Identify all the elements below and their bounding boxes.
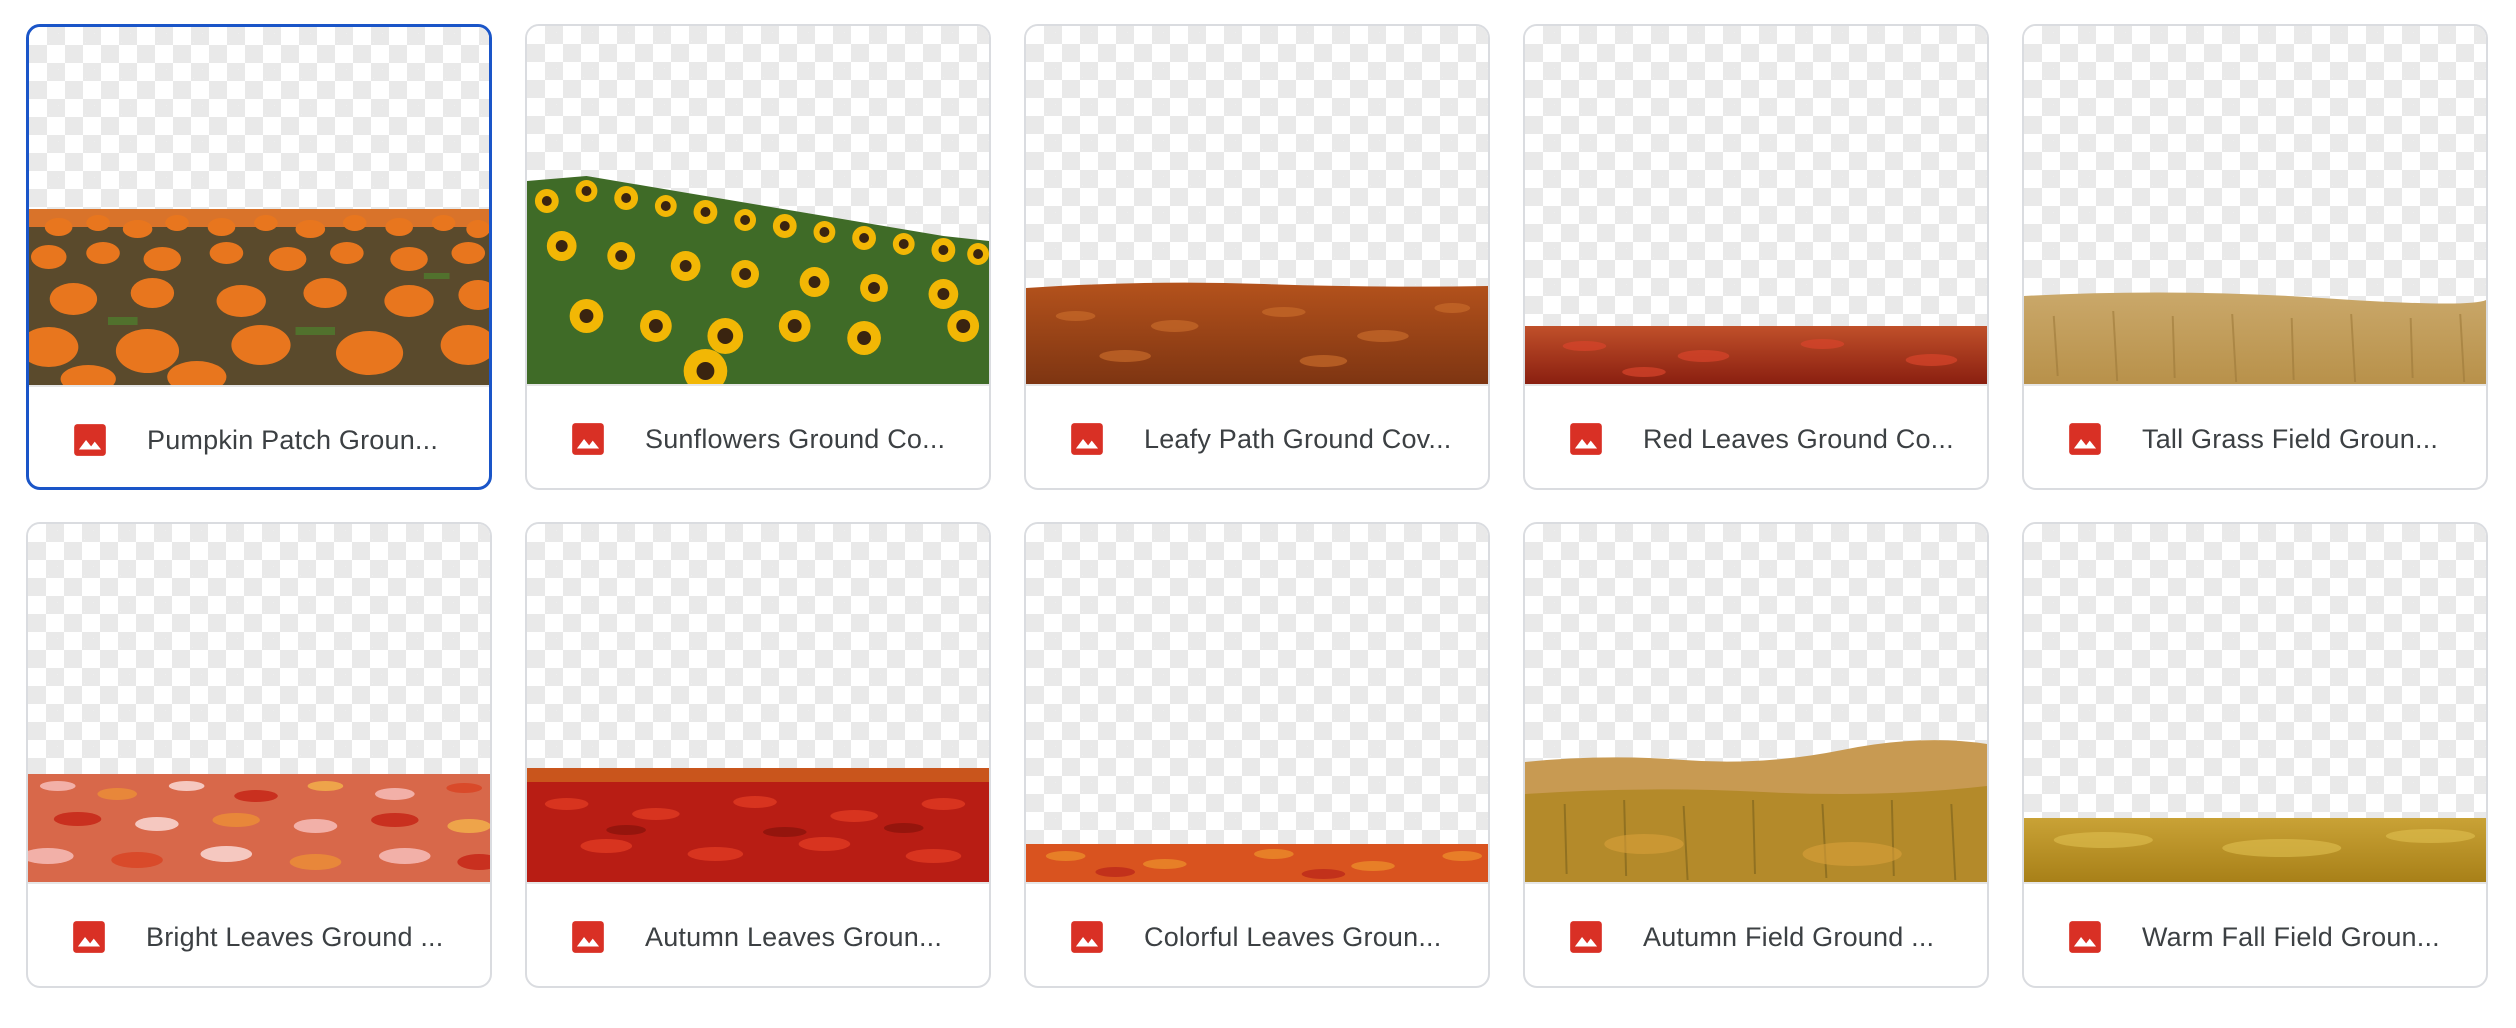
file-name: Tall Grass Field Groun... [2142, 423, 2439, 454]
file-card-warm-fall-field[interactable]: Warm Fall Field Groun... [2022, 522, 2488, 988]
file-thumbnail [29, 27, 489, 387]
image-file-icon [1570, 423, 1602, 455]
file-name: Autumn Leaves Groun... [645, 921, 943, 952]
file-card-footer: Bright Leaves Ground ... [28, 884, 490, 986]
file-card-autumn-leaves[interactable]: Autumn Leaves Groun... [525, 522, 991, 988]
image-file-icon [74, 424, 106, 456]
file-name: Leafy Path Ground Cov... [1144, 423, 1452, 454]
file-thumbnail [2024, 26, 2486, 386]
file-card-footer: Autumn Leaves Groun... [527, 884, 989, 986]
file-name: Pumpkin Patch Groun... [147, 424, 439, 455]
image-file-icon [572, 921, 604, 953]
file-card-colorful-leaves[interactable]: Colorful Leaves Groun... [1024, 522, 1490, 988]
file-thumbnail [2024, 524, 2486, 884]
file-card-sunflowers[interactable]: Sunflowers Ground Co... [525, 24, 991, 490]
image-file-icon [2069, 423, 2101, 455]
file-name: Colorful Leaves Groun... [1144, 921, 1442, 952]
file-grid: Pumpkin Patch Groun... Sunflowers Ground… [0, 0, 2516, 1028]
file-card-bright-leaves[interactable]: Bright Leaves Ground ... [26, 522, 492, 988]
file-name: Autumn Field Ground ... [1643, 921, 1935, 952]
file-card-tall-grass-field[interactable]: Tall Grass Field Groun... [2022, 24, 2488, 490]
file-card-footer: Sunflowers Ground Co... [527, 386, 989, 488]
file-card-footer: Warm Fall Field Groun... [2024, 884, 2486, 986]
file-name: Red Leaves Ground Co... [1643, 423, 1954, 454]
image-file-icon [73, 921, 105, 953]
image-file-icon [1570, 921, 1602, 953]
file-card-leafy-path[interactable]: Leafy Path Ground Cov... [1024, 24, 1490, 490]
image-file-icon [2069, 921, 2101, 953]
file-card-footer: Colorful Leaves Groun... [1026, 884, 1488, 986]
file-thumbnail [1026, 26, 1488, 386]
file-card-footer: Autumn Field Ground ... [1525, 884, 1987, 986]
file-thumbnail [527, 524, 989, 884]
file-card-autumn-field[interactable]: Autumn Field Ground ... [1523, 522, 1989, 988]
file-thumbnail [1525, 524, 1987, 884]
file-name: Warm Fall Field Groun... [2142, 921, 2440, 952]
file-card-red-leaves[interactable]: Red Leaves Ground Co... [1523, 24, 1989, 490]
image-file-icon [1071, 423, 1103, 455]
file-thumbnail [527, 26, 989, 386]
file-card-footer: Tall Grass Field Groun... [2024, 386, 2486, 488]
file-card-footer: Pumpkin Patch Groun... [29, 387, 489, 487]
image-file-icon [1071, 921, 1103, 953]
file-name: Sunflowers Ground Co... [645, 423, 946, 454]
file-card-footer: Leafy Path Ground Cov... [1026, 386, 1488, 488]
file-name: Bright Leaves Ground ... [146, 921, 444, 952]
image-file-icon [572, 423, 604, 455]
file-thumbnail [28, 524, 490, 884]
file-thumbnail [1026, 524, 1488, 884]
file-card-pumpkin-patch[interactable]: Pumpkin Patch Groun... [26, 24, 492, 490]
file-thumbnail [1525, 26, 1987, 386]
file-card-footer: Red Leaves Ground Co... [1525, 386, 1987, 488]
